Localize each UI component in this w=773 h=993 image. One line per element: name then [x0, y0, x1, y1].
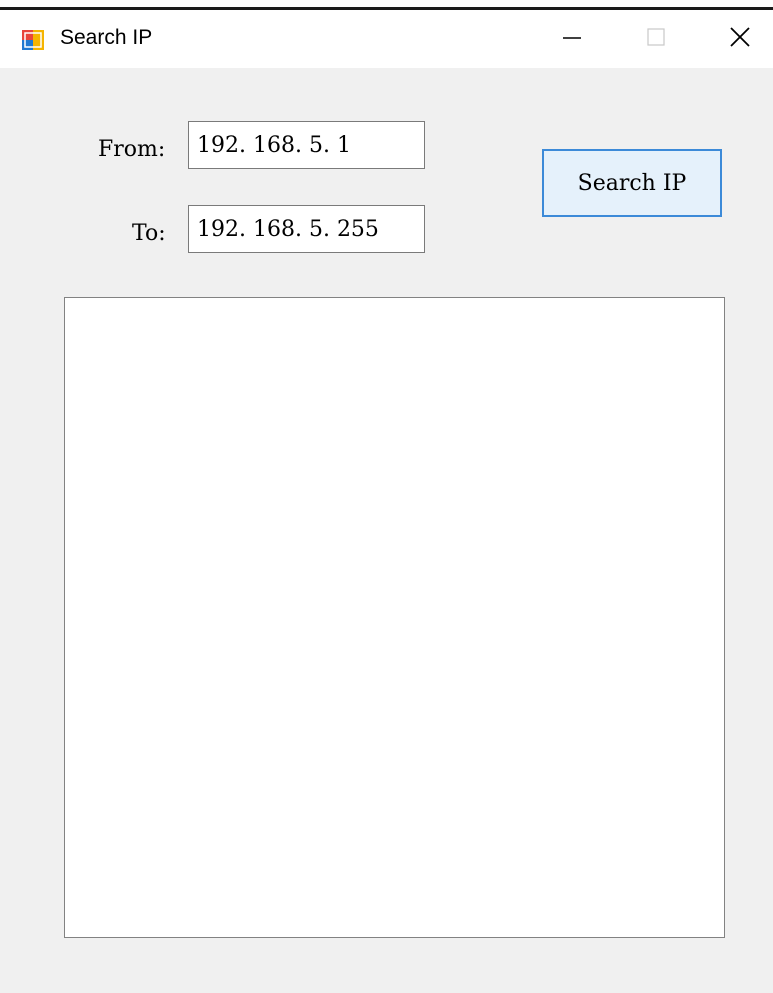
close-button[interactable]	[710, 10, 770, 68]
search-ip-button[interactable]: Search IP	[542, 149, 722, 217]
to-label: To:	[132, 221, 166, 246]
from-label: From:	[98, 137, 166, 162]
app-icon	[22, 30, 44, 50]
maximize-button[interactable]	[626, 10, 686, 68]
window-top-edge	[0, 0, 773, 10]
app-window: Search IP From: To: Search IP	[0, 0, 773, 993]
results-listbox[interactable]	[64, 297, 725, 938]
minimize-icon	[561, 26, 583, 53]
minimize-button[interactable]	[542, 10, 602, 68]
title-bar[interactable]: Search IP	[0, 10, 773, 68]
from-ip-input[interactable]	[188, 121, 425, 169]
maximize-icon	[645, 26, 667, 53]
to-ip-input[interactable]	[188, 205, 425, 253]
window-title: Search IP	[60, 26, 153, 49]
close-icon	[728, 25, 752, 54]
